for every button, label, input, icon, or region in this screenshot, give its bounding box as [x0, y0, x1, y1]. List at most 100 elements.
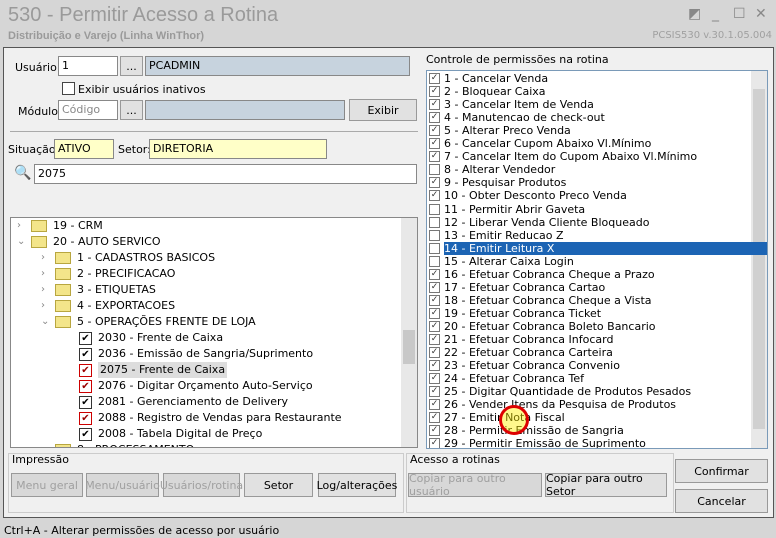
- permission-checkbox[interactable]: ✓: [429, 281, 440, 293]
- permission-item[interactable]: 14 - Emitir Leitura X: [429, 241, 767, 255]
- permission-item[interactable]: 11 - Permitir Abrir Gaveta: [429, 203, 585, 216]
- permission-checkbox[interactable]: ✓: [429, 73, 440, 84]
- permission-checkbox[interactable]: ✓: [429, 294, 440, 306]
- permission-checkbox[interactable]: [429, 229, 440, 241]
- impressao-button[interactable]: Setor: [244, 473, 313, 497]
- permission-item[interactable]: ✓ 26 - Vender Itens da Pesquisa de Produt…: [429, 398, 676, 411]
- permission-checkbox[interactable]: ✓: [429, 334, 440, 345]
- permission-checkbox[interactable]: ✓: [429, 86, 440, 98]
- permission-item[interactable]: 12 - Liberar Venda Cliente Bloqueado: [429, 216, 649, 229]
- permissions-scrollbar[interactable]: [751, 71, 767, 448]
- permission-item[interactable]: ✓ 17 - Efetuar Cobranca Cartao: [429, 281, 605, 294]
- permission-item[interactable]: 15 - Alterar Caixa Login: [429, 255, 574, 268]
- tree-item-checkbox[interactable]: ✔: [79, 411, 92, 425]
- impressao-button[interactable]: Menu geral: [11, 473, 83, 497]
- permission-item[interactable]: ✓ 22 - Efetuar Cobranca Carteira: [429, 346, 613, 359]
- permissions-scrollbar-thumb[interactable]: [753, 89, 765, 429]
- permission-item[interactable]: 8 - Alterar Vendedor: [429, 163, 555, 176]
- chevron-down-icon[interactable]: ⌄: [17, 234, 31, 250]
- permission-item[interactable]: ✓ 10 - Obter Desconto Preco Venda: [429, 189, 627, 202]
- permission-item[interactable]: ✓ 5 - Alterar Preco Venda: [429, 124, 571, 137]
- permission-checkbox[interactable]: ✓: [429, 177, 440, 189]
- permission-checkbox[interactable]: ✓: [429, 360, 440, 372]
- permission-checkbox[interactable]: ✓: [429, 386, 440, 398]
- permission-checkbox[interactable]: ✓: [429, 347, 440, 359]
- permission-item[interactable]: ✓ 19 - Efetuar Cobranca Ticket: [429, 307, 601, 320]
- permission-checkbox[interactable]: [429, 216, 440, 228]
- tree-item[interactable]: ✔ 2075 - Frente de Caixa: [79, 362, 228, 378]
- tree-item[interactable]: › 3 - ETIQUETAS: [41, 282, 156, 298]
- tree-item[interactable]: › 1 - CADASTROS BASICOS: [41, 250, 215, 266]
- permission-item[interactable]: ✓ 27 - Emitir Nota Fiscal: [429, 411, 565, 424]
- inactive-users-checkbox[interactable]: [62, 82, 75, 95]
- permission-item[interactable]: ✓ 20 - Efetuar Cobranca Boleto Bancario: [429, 320, 656, 333]
- tree-scrollbar-thumb[interactable]: [403, 330, 415, 364]
- tree-item-checkbox[interactable]: ✔: [79, 395, 92, 409]
- impressao-button[interactable]: Log/alterações: [317, 473, 397, 497]
- permission-checkbox[interactable]: ✓: [429, 99, 440, 111]
- confirm-button[interactable]: Confirmar: [675, 459, 768, 483]
- permission-item[interactable]: ✓ 4 - Manutencao de check-out: [429, 111, 605, 124]
- modulo-code-input[interactable]: Código: [58, 100, 118, 120]
- maximize-icon[interactable]: ☐: [733, 6, 746, 22]
- permissions-list[interactable]: ✓ 1 - Cancelar Venda ✓ 2 - Bloquear Caixa ✓ 3…: [426, 70, 768, 449]
- chevron-right-icon[interactable]: ›: [41, 266, 55, 282]
- permission-checkbox[interactable]: [429, 203, 440, 215]
- permission-checkbox[interactable]: ✓: [429, 320, 440, 332]
- usuario-code-input[interactable]: 1: [58, 56, 118, 76]
- minimize-icon[interactable]: _: [712, 6, 719, 22]
- permission-checkbox[interactable]: ✓: [429, 268, 440, 280]
- permission-checkbox[interactable]: ✓: [429, 399, 440, 411]
- chevron-right-icon[interactable]: ›: [17, 218, 31, 234]
- tree-item-checkbox[interactable]: ✔: [79, 379, 92, 393]
- close-icon[interactable]: ✕: [755, 6, 767, 22]
- chevron-right-icon[interactable]: ›: [41, 298, 55, 314]
- permission-item[interactable]: ✓ 3 - Cancelar Item de Venda: [429, 98, 594, 111]
- permission-item[interactable]: ✓ 16 - Efetuar Cobranca Cheque a Prazo: [429, 268, 655, 281]
- tree-item[interactable]: › 4 - EXPORTACOES: [41, 298, 175, 314]
- permission-item[interactable]: ✓ 29 - Permitir Emissão de Suprimento: [429, 437, 646, 448]
- copy-to-setor-button[interactable]: Copiar para outro Setor: [545, 472, 667, 498]
- permission-item[interactable]: ✓ 1 - Cancelar Venda: [429, 72, 548, 85]
- permission-checkbox[interactable]: ✓: [429, 125, 440, 137]
- tree-item-checkbox[interactable]: ✔: [79, 363, 92, 377]
- tree-item[interactable]: › 19 - CRM: [17, 218, 103, 234]
- permission-checkbox[interactable]: ✓: [429, 151, 440, 163]
- permission-checkbox[interactable]: [429, 242, 440, 254]
- chevron-right-icon[interactable]: ›: [41, 442, 55, 447]
- permission-item[interactable]: ✓ 23 - Efetuar Cobranca Convenio: [429, 359, 620, 372]
- permission-checkbox[interactable]: ✓: [429, 373, 440, 385]
- tree-item[interactable]: › 2 - PRECIFICACAO: [41, 266, 175, 282]
- tree-item[interactable]: ⌄ 5 - OPERAÇÕES FRENTE DE LOJA: [41, 314, 256, 330]
- search-input[interactable]: 2075: [34, 164, 417, 184]
- permission-item[interactable]: ✓ 6 - Cancelar Cupom Abaixo Vl.Mínimo: [429, 137, 651, 150]
- permission-item[interactable]: 13 - Emitir Reducao Z: [429, 229, 564, 242]
- tree-item-checkbox[interactable]: ✔: [79, 331, 92, 345]
- module-tree[interactable]: › 19 - CRM ⌄ 20 - AUTO SERVICO › 1 - CADASTRO…: [10, 217, 418, 448]
- permission-checkbox[interactable]: ✓: [429, 190, 440, 202]
- usuario-browse-button[interactable]: ...: [120, 56, 143, 76]
- tree-item[interactable]: ✔ 2088 - Registro de Vendas para Restaura…: [79, 410, 342, 426]
- chevron-right-icon[interactable]: ›: [41, 282, 55, 298]
- permission-checkbox[interactable]: ✓: [429, 138, 440, 150]
- permission-checkbox[interactable]: ✓: [429, 412, 440, 424]
- copy-to-user-button[interactable]: Copiar para outro usuário: [408, 472, 542, 498]
- permission-item[interactable]: ✓ 9 - Pesquisar Produtos: [429, 176, 566, 189]
- permission-checkbox[interactable]: ✓: [429, 438, 440, 448]
- permission-checkbox[interactable]: [429, 164, 440, 176]
- permission-item[interactable]: ✓ 2 - Bloquear Caixa: [429, 85, 546, 98]
- chevron-right-icon[interactable]: ›: [41, 250, 55, 266]
- permission-item[interactable]: ✓ 24 - Efetuar Cobranca Tef: [429, 372, 584, 385]
- permission-item[interactable]: ✓ 25 - Digitar Quantidade de Produtos Pes…: [429, 385, 691, 398]
- tree-item[interactable]: ✔ 2076 - Digitar Orçamento Auto-Serviço: [79, 378, 313, 394]
- chevron-down-icon[interactable]: ⌄: [41, 314, 55, 330]
- tree-item[interactable]: › 8 - PROCESSAMENTO: [41, 442, 194, 447]
- tree-item[interactable]: ⌄ 20 - AUTO SERVICO: [17, 234, 161, 250]
- permission-checkbox[interactable]: [429, 255, 440, 267]
- tree-item[interactable]: ✔ 2036 - Emissão de Sangria/Suprimento: [79, 346, 313, 362]
- permission-item[interactable]: ✓ 18 - Efetuar Cobranca Cheque a Vista: [429, 294, 652, 307]
- modulo-browse-button[interactable]: ...: [120, 100, 143, 120]
- permission-checkbox[interactable]: ✓: [429, 425, 440, 437]
- restore-icon[interactable]: ◩: [688, 6, 701, 22]
- impressao-button[interactable]: Menu/usuário: [85, 473, 160, 497]
